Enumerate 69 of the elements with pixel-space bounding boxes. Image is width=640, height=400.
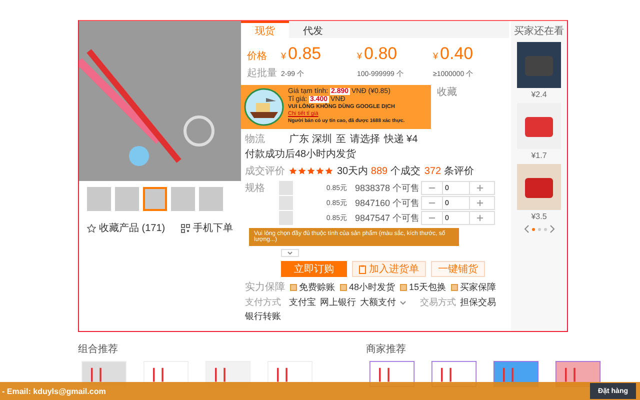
payment-method: 支付宝 — [289, 296, 316, 309]
shipping-fee: 快递 ¥4 — [384, 132, 418, 146]
badge-icon — [340, 284, 347, 290]
ship-logo-drawing — [244, 88, 284, 126]
qr-code-icon — [181, 224, 190, 232]
currency-symbol: ¥ — [281, 51, 286, 61]
guarantee-label: 实力保障 — [245, 280, 285, 294]
guarantee-item: 免费赊账 — [299, 280, 335, 294]
thumbnail-image[interactable] — [115, 187, 139, 211]
reviews-label: 成交评价 — [245, 164, 285, 178]
section-title: 商家推荐 — [366, 342, 407, 356]
quantity-label: 起批量 — [247, 66, 278, 80]
favorite-link[interactable]: 收藏 — [437, 85, 457, 99]
payment-label: 支付方式 — [245, 296, 282, 309]
price-label: 价格 — [247, 50, 268, 63]
product-price: ¥2.4 — [531, 90, 547, 99]
page-dot[interactable] — [544, 228, 546, 230]
chevron-left-icon[interactable] — [524, 225, 528, 233]
thumbnail-image[interactable] — [171, 187, 195, 211]
clipboard-icon — [359, 264, 366, 274]
variant-image — [279, 211, 293, 225]
page-dot[interactable] — [538, 228, 540, 230]
chevron-right-icon[interactable] — [550, 225, 554, 233]
badge-icon — [451, 284, 458, 290]
currency-symbol: ¥ — [357, 51, 362, 61]
guarantee-item: 买家保障 — [460, 280, 496, 294]
origin-text: 广东 深圳 — [289, 132, 332, 146]
product-price: ¥3.5 — [531, 212, 547, 221]
product-thumbnail — [517, 103, 561, 149]
currency-symbol: ¥ — [433, 51, 438, 61]
guarantee-item: 15天包换 — [409, 280, 446, 294]
favorite-link[interactable]: 收藏产品 (171) — [98, 221, 166, 235]
to-text: 至 — [336, 133, 346, 146]
page-dot[interactable] — [532, 228, 534, 230]
star-icon — [86, 224, 96, 232]
guarantee-item: 48小时发货 — [349, 280, 396, 294]
price-value: 0.80 — [364, 44, 398, 63]
thumbnail-image[interactable] — [87, 187, 111, 211]
destination-select[interactable]: 请选择 — [350, 132, 380, 146]
thumbnail-image[interactable] — [199, 187, 223, 211]
section-title: 组合推荐 — [78, 342, 119, 356]
stock-count: 9847160 个可售 — [355, 196, 421, 210]
badge-icon — [400, 284, 408, 290]
badge-icon — [290, 284, 297, 290]
trade-method: 担保交易 — [460, 296, 496, 309]
trade-method: 银行转账 — [245, 310, 281, 323]
stock-count: 9838378 个可售 — [355, 182, 421, 194]
delivery-promise: 付款成功后48小时内发货 — [245, 148, 356, 161]
product-thumbnail — [517, 42, 561, 88]
price-value: 0.85 — [288, 44, 322, 63]
payment-method: 网上银行 — [320, 296, 356, 309]
section-title: 买家还在看 — [514, 24, 564, 38]
sales-count: 30天内 889 个成交 — [337, 164, 420, 178]
variant-image — [279, 181, 293, 195]
caret-icon[interactable] — [400, 300, 406, 304]
payment-method: 大额支付 — [360, 296, 396, 309]
logistics-label: 物流 — [245, 132, 266, 146]
stock-count: 9847547 个可售 — [355, 212, 421, 224]
product-price: ¥1.7 — [531, 151, 547, 160]
thumbnail-image[interactable] — [143, 187, 167, 211]
spec-label: 规格 — [245, 182, 266, 195]
mobile-order-link[interactable]: 手机下单 — [193, 221, 234, 235]
tab[interactable]: 代发 — [289, 21, 337, 38]
review-count[interactable]: 372 条评价 — [424, 164, 474, 178]
product-thumbnail — [517, 164, 561, 210]
price-value: 0.40 — [440, 44, 474, 63]
trade-label: 交易方式 — [420, 296, 456, 309]
variant-image — [279, 196, 293, 210]
contact-email-text: - Email: kduyls@gmail.com — [2, 386, 106, 396]
